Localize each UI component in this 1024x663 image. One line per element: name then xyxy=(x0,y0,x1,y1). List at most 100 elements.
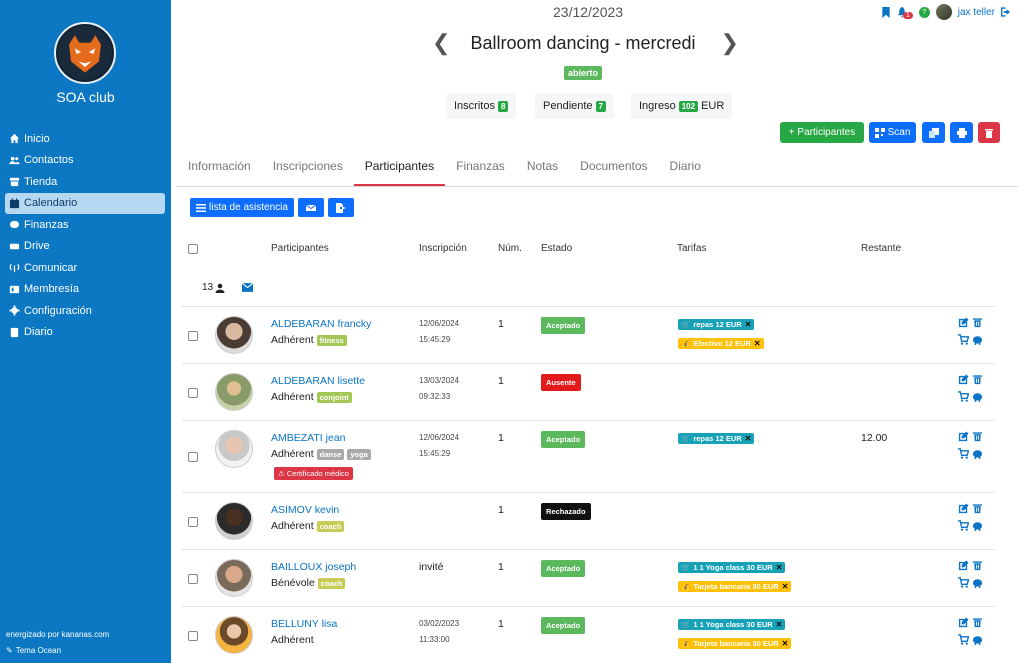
tab-inscripciones[interactable]: Inscripciones xyxy=(262,150,354,186)
row-checkbox[interactable] xyxy=(188,388,198,398)
chevron-left-icon[interactable]: ❮ xyxy=(432,30,450,56)
trash-icon[interactable] xyxy=(972,503,983,514)
piggy-bank-icon[interactable] xyxy=(972,520,983,531)
piggy-bank-icon[interactable] xyxy=(972,577,983,588)
piggy-bank-icon[interactable] xyxy=(972,391,983,402)
trash-icon[interactable] xyxy=(972,617,983,628)
status-badge[interactable]: Aceptado xyxy=(541,317,586,334)
edit-icon[interactable] xyxy=(958,317,969,328)
tab-notas[interactable]: Notas xyxy=(516,150,569,186)
cart-icon[interactable] xyxy=(958,634,969,645)
participant-name[interactable]: BELLUNY lisa xyxy=(271,618,337,630)
sidebar-item-contactos[interactable]: Contactos xyxy=(5,150,165,172)
trash-icon[interactable] xyxy=(972,560,983,571)
edit-icon[interactable] xyxy=(958,503,969,514)
cart-icon[interactable] xyxy=(958,577,969,588)
sidebar-item-tienda[interactable]: Tienda xyxy=(5,171,165,193)
bookmark-icon[interactable] xyxy=(881,6,891,18)
email-participants-button[interactable] xyxy=(297,198,324,217)
remove-rate-icon[interactable]: ✕ xyxy=(745,320,752,329)
header-participants[interactable]: Participantes xyxy=(271,243,329,254)
status-badge[interactable]: Aceptado xyxy=(541,617,586,634)
sidebar-item-configuracion[interactable]: Configuración xyxy=(5,300,165,322)
trash-icon[interactable] xyxy=(972,374,983,385)
sidebar-item-drive[interactable]: Drive xyxy=(5,236,165,258)
sidebar-item-finanzas[interactable]: Finanzas xyxy=(5,214,165,236)
payment-badge[interactable]: 💰 Tarjeta bancaria 30 EUR ✕ xyxy=(678,581,792,592)
remove-rate-icon[interactable]: ✕ xyxy=(745,434,752,443)
status-badge[interactable]: Rechazado xyxy=(541,503,591,520)
participant-name[interactable]: ALDEBARAN francky xyxy=(271,318,371,330)
remove-payment-icon[interactable]: ✕ xyxy=(782,582,789,591)
tab-diario[interactable]: Diario xyxy=(659,150,712,186)
payment-badge[interactable]: 💰 Efectivo 12 EUR ✕ xyxy=(678,338,764,349)
delete-event-button[interactable] xyxy=(978,122,1000,143)
medical-certificate-badge[interactable]: ⚠ Certificado médico xyxy=(274,467,353,480)
edit-icon[interactable] xyxy=(958,374,969,385)
export-button[interactable] xyxy=(327,198,354,217)
header-rates[interactable]: Tarifas xyxy=(677,243,706,254)
participant-name[interactable]: ALDEBARAN lisette xyxy=(271,375,365,387)
edit-icon[interactable] xyxy=(958,560,969,571)
piggy-bank-icon[interactable] xyxy=(972,334,983,345)
edit-icon[interactable] xyxy=(958,431,969,442)
row-checkbox[interactable] xyxy=(188,574,198,584)
logout-icon[interactable] xyxy=(1001,7,1012,17)
piggy-bank-icon[interactable] xyxy=(972,448,983,459)
tab-participantes[interactable]: Participantes xyxy=(353,150,446,186)
remove-rate-icon[interactable]: ✕ xyxy=(776,563,783,572)
participant-name[interactable]: ASIMOV kevin xyxy=(271,504,339,516)
user-name[interactable]: jax teller xyxy=(958,7,995,18)
trash-icon[interactable] xyxy=(972,431,983,442)
remove-payment-icon[interactable]: ✕ xyxy=(754,339,761,348)
theme-selector[interactable]: ✎ Tema Ocean xyxy=(6,646,61,655)
cart-icon[interactable] xyxy=(958,520,969,531)
rate-badge[interactable]: 🛒 repas 12 EUR ✕ xyxy=(678,433,755,444)
select-all-checkbox[interactable] xyxy=(188,244,198,254)
cart-icon[interactable] xyxy=(958,391,969,402)
status-badge[interactable]: Ausente xyxy=(541,374,581,391)
trash-icon[interactable] xyxy=(972,317,983,328)
sidebar-item-diario[interactable]: Diario xyxy=(5,322,165,344)
sidebar-item-calendario[interactable]: Calendario xyxy=(5,192,165,214)
payment-badge[interactable]: 💰 Tarjeta bancaria 30 EUR ✕ xyxy=(678,638,792,649)
rate-badge[interactable]: 🛒 repas 12 EUR ✕ xyxy=(678,319,755,330)
remove-payment-icon[interactable]: ✕ xyxy=(782,639,789,648)
add-participants-button[interactable]: + Participantes xyxy=(780,122,864,143)
notifications[interactable]: 1 xyxy=(897,6,913,19)
tab-documentos[interactable]: Documentos xyxy=(569,150,658,186)
row-checkbox[interactable] xyxy=(188,517,198,527)
header-num[interactable]: Núm. xyxy=(498,243,522,254)
participant-name[interactable]: AMBEZATI jean xyxy=(271,432,346,444)
header-inscription[interactable]: Inscripción xyxy=(419,243,467,254)
status-badge[interactable]: Aceptado xyxy=(541,560,586,577)
chevron-right-icon[interactable]: ❯ xyxy=(721,30,739,56)
powered-by[interactable]: energizado por kananas.com xyxy=(6,630,109,639)
sidebar-item-inicio[interactable]: Inicio xyxy=(5,128,165,150)
edit-icon[interactable] xyxy=(958,617,969,628)
rate-badge[interactable]: 🛒 1 1 Yoga class 30 EUR ✕ xyxy=(678,562,786,573)
club-logo[interactable] xyxy=(54,22,116,84)
row-checkbox[interactable] xyxy=(188,631,198,641)
header-remaining[interactable]: Restante xyxy=(861,243,901,254)
participant-name[interactable]: BAILLOUX joseph xyxy=(271,561,356,573)
print-button[interactable] xyxy=(950,122,973,143)
cart-icon[interactable] xyxy=(958,448,969,459)
attendance-list-button[interactable]: lista de asistencia xyxy=(190,198,294,217)
envelope-icon[interactable] xyxy=(242,283,253,292)
cart-icon[interactable] xyxy=(958,334,969,345)
header-state[interactable]: Estado xyxy=(541,243,572,254)
copy-button[interactable] xyxy=(922,122,945,143)
status-badge[interactable]: Aceptado xyxy=(541,431,586,448)
scan-button[interactable]: Scan xyxy=(869,122,916,143)
sidebar-item-membresia[interactable]: Membresía xyxy=(5,279,165,301)
rate-badge[interactable]: 🛒 1 1 Yoga class 30 EUR ✕ xyxy=(678,619,786,630)
tab-finanzas[interactable]: Finanzas xyxy=(445,150,516,186)
user-avatar[interactable] xyxy=(935,4,952,20)
remove-rate-icon[interactable]: ✕ xyxy=(776,620,783,629)
sidebar-item-comunicar[interactable]: Comunicar xyxy=(5,257,165,279)
help-icon[interactable]: ? xyxy=(918,6,930,18)
piggy-bank-icon[interactable] xyxy=(972,634,983,645)
tab-informacion[interactable]: Información xyxy=(177,150,262,186)
row-checkbox[interactable] xyxy=(188,331,198,341)
